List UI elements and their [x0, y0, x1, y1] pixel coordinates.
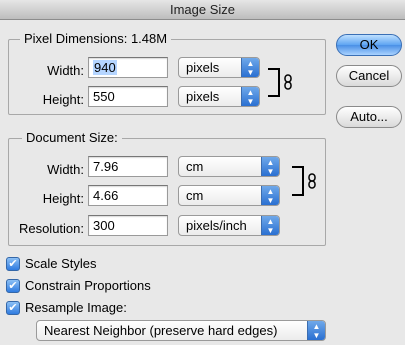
pixel-height-label: Height:	[42, 92, 84, 107]
doc-height-unit: cm	[186, 188, 204, 203]
constrain-proportions-label: Constrain Proportions	[25, 278, 151, 293]
doc-height-label: Height:	[42, 191, 84, 206]
chain-link-icon	[284, 74, 292, 93]
window-title: Image Size	[0, 0, 405, 20]
doc-height-unit-select[interactable]: cm ▲ ▼	[178, 185, 280, 206]
scale-styles-label: Scale Styles	[25, 256, 97, 271]
resample-image-checkbox[interactable]: ✔	[6, 301, 20, 315]
cancel-button[interactable]: Cancel	[336, 65, 402, 87]
doc-height-field[interactable]: 4.66	[88, 185, 168, 206]
resolution-label: Resolution:	[18, 221, 84, 236]
resample-method: Nearest Neighbor (preserve hard edges)	[44, 323, 278, 338]
doc-link-bracket	[292, 166, 304, 196]
resample-method-select[interactable]: Nearest Neighbor (preserve hard edges) ▲…	[36, 320, 326, 341]
doc-width-label: Width:	[47, 162, 84, 177]
resolution-field[interactable]: 300	[88, 215, 168, 236]
pixel-dimensions-label: Pixel Dimensions:	[24, 31, 128, 46]
pixel-width-unit-select[interactable]: pixels ▲ ▼	[178, 57, 260, 78]
pixel-dimensions-title: Pixel Dimensions: 1.48M	[20, 31, 172, 46]
popup-arrows-icon: ▲ ▼	[261, 216, 279, 235]
pixel-width-field[interactable]: 940	[88, 57, 168, 78]
auto-button[interactable]: Auto...	[336, 106, 402, 128]
resolution-unit: pixels/inch	[186, 218, 247, 233]
pixel-width-value: 940	[93, 60, 117, 75]
doc-width-unit-select[interactable]: cm ▲ ▼	[178, 156, 280, 177]
pixel-link-bracket	[268, 68, 280, 97]
popup-arrows-icon: ▲ ▼	[261, 157, 279, 176]
ok-button[interactable]: OK	[336, 34, 402, 56]
chain-link-icon	[308, 173, 316, 192]
document-size-title: Document Size:	[22, 130, 122, 145]
popup-arrows-icon: ▲ ▼	[261, 186, 279, 205]
resolution-value: 300	[93, 218, 115, 233]
constrain-proportions-checkbox[interactable]: ✔	[6, 279, 20, 293]
pixel-dimensions-size: 1.48M	[130, 31, 168, 46]
doc-width-value: 7.96	[93, 159, 119, 174]
pixel-height-value: 550	[93, 89, 115, 104]
resolution-unit-select[interactable]: pixels/inch ▲ ▼	[178, 215, 280, 236]
pixel-width-unit: pixels	[186, 60, 220, 75]
popup-arrows-icon: ▲ ▼	[307, 321, 325, 340]
popup-arrows-icon: ▲ ▼	[241, 87, 259, 106]
pixel-width-label: Width:	[47, 63, 84, 78]
popup-arrows-icon: ▲ ▼	[241, 58, 259, 77]
resample-image-label: Resample Image:	[25, 300, 127, 315]
pixel-height-field[interactable]: 550	[88, 86, 168, 107]
doc-width-unit: cm	[186, 159, 204, 174]
pixel-height-unit: pixels	[186, 89, 220, 104]
doc-width-field[interactable]: 7.96	[88, 156, 168, 177]
scale-styles-checkbox[interactable]: ✔	[6, 257, 20, 271]
pixel-height-unit-select[interactable]: pixels ▲ ▼	[178, 86, 260, 107]
doc-height-value: 4.66	[93, 188, 119, 203]
